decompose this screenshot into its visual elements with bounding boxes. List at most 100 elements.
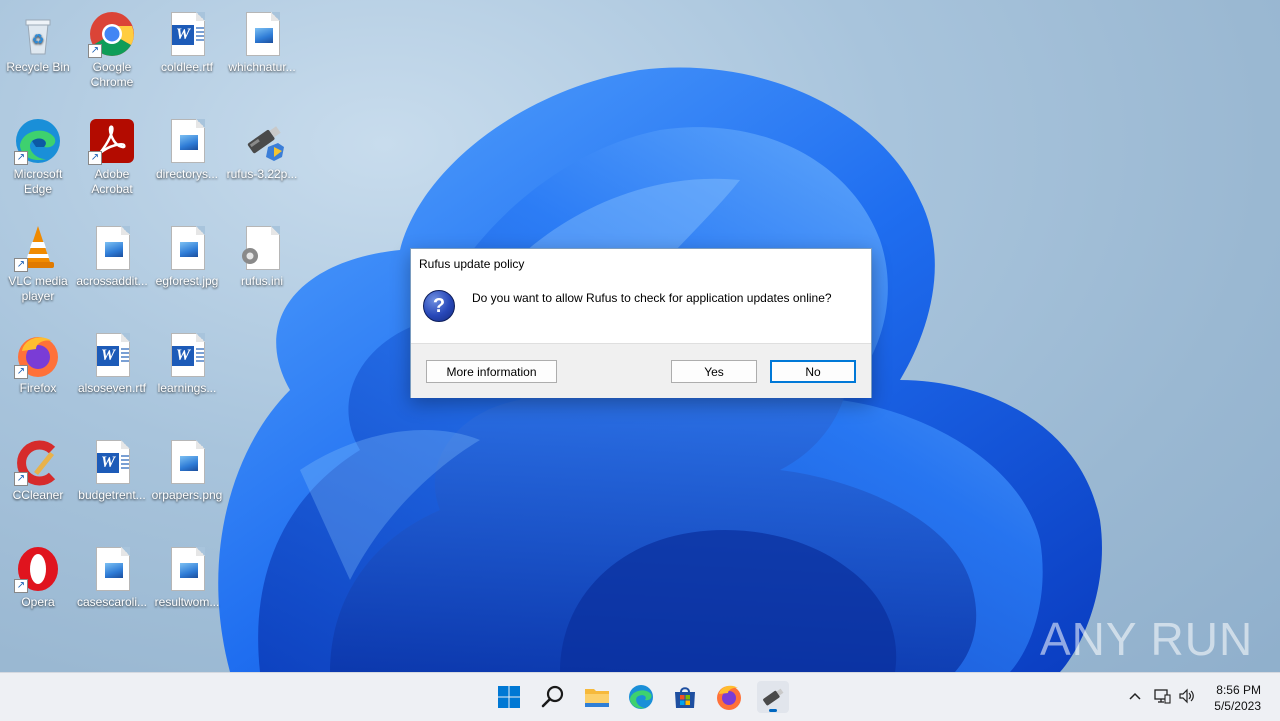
settings-file-icon [238, 224, 286, 272]
word-file-icon: W [163, 331, 211, 379]
desktop-icon-label: rufus.ini [240, 274, 284, 288]
store-icon [675, 687, 695, 708]
image-file-icon [88, 224, 136, 272]
desktop-icon-file[interactable]: orpapers.png [149, 434, 225, 503]
search-button[interactable] [537, 681, 569, 713]
desktop-icon-file[interactable]: acrossaddit... [74, 220, 150, 289]
desktop-icon-label: orpapers.png [151, 488, 223, 502]
folder-icon [585, 689, 609, 707]
desktop-icon-google-chrome[interactable]: ↗ Google Chrome [74, 6, 150, 90]
desktop-icon-label: directorys... [155, 167, 218, 181]
shortcut-arrow-icon: ↗ [14, 472, 28, 486]
edge-icon [629, 685, 653, 709]
desktop-icon-label: Google Chrome [90, 60, 134, 89]
desktop-icon-file[interactable]: casescaroli... [74, 541, 150, 610]
desktop-icon-adobe-acrobat[interactable]: ↗ Adobe Acrobat [74, 113, 150, 197]
opera-icon: ↗ [14, 545, 62, 593]
desktop-icon-file[interactable]: rufus.ini [224, 220, 300, 289]
desktop-icon-file[interactable]: W alsoseven.rtf [74, 327, 150, 396]
firefox-taskbar-button[interactable] [713, 681, 745, 713]
show-hidden-icons-button[interactable] [1126, 687, 1144, 705]
desktop-icon-file[interactable]: W learnings... [149, 327, 225, 396]
image-file-icon [88, 545, 136, 593]
active-app-indicator [769, 709, 777, 712]
desktop-icon-firefox[interactable]: ↗ Firefox [0, 327, 76, 396]
desktop-icon-rufus-exe[interactable]: rufus-3.22p... [224, 113, 300, 182]
desktop-icon-label: Adobe Acrobat [91, 167, 133, 196]
shortcut-arrow-icon: ↗ [14, 258, 28, 272]
firefox-icon: ↗ [14, 331, 62, 379]
windows-logo-icon [498, 686, 520, 708]
image-file-icon [163, 117, 211, 165]
chrome-icon: ↗ [88, 10, 136, 58]
word-file-icon: W [88, 331, 136, 379]
desktop-icon-label: casescaroli... [76, 595, 148, 609]
desktop-icon-label: acrossaddit... [76, 274, 148, 288]
desktop-icon-label: rufus-3.22p... [226, 167, 298, 181]
desktop-icon-label: resultwom... [154, 595, 220, 609]
desktop-icon-label: Microsoft Edge [13, 167, 63, 196]
desktop-icon-microsoft-edge[interactable]: ↗ Microsoft Edge [0, 113, 76, 197]
desktop-icon-label: budgetrent... [78, 488, 146, 502]
desktop-icon-ccleaner[interactable]: ↗ CCleaner [0, 434, 76, 503]
desktop-icon-label: VLC media player [8, 274, 68, 303]
dialog-message: Do you want to allow Rufus to check for … [472, 291, 832, 305]
ccleaner-icon: ↗ [14, 438, 62, 486]
desktop-icon-label: Firefox [19, 381, 57, 395]
clock-date: 5/5/2023 [1214, 699, 1261, 713]
desktop-icon-file[interactable]: W budgetrent... [74, 434, 150, 503]
shortcut-arrow-icon: ↗ [88, 44, 102, 58]
question-icon: ? [423, 290, 455, 322]
image-file-icon [163, 545, 211, 593]
anyrun-watermark: ANY RUN [1040, 613, 1254, 665]
desktop-icon-label: alsoseven.rtf [77, 381, 147, 395]
recycle-bin-icon: ♻ [14, 10, 62, 58]
no-button[interactable]: No [770, 360, 856, 383]
desktop-icon-recycle-bin[interactable]: ♻ Recycle Bin [0, 6, 76, 75]
taskbar: 8:56 PM 5/5/2023 [0, 672, 1280, 721]
shortcut-arrow-icon: ↗ [88, 151, 102, 165]
desktop-icon-file[interactable]: egforest.jpg [149, 220, 225, 289]
desktop-icon-label: whichnatur... [228, 60, 296, 74]
rufus-taskbar-button[interactable] [757, 681, 789, 713]
dialog-footer: More information Yes No [411, 343, 871, 398]
shortcut-arrow-icon: ↗ [14, 579, 28, 593]
edge-taskbar-button[interactable] [625, 681, 657, 713]
network-icon [1154, 689, 1171, 704]
desktop-icon-opera[interactable]: ↗ Opera [0, 541, 76, 610]
shortcut-arrow-icon: ↗ [14, 365, 28, 379]
desktop-icon-label: CCleaner [12, 488, 64, 502]
svg-text:♻: ♻ [32, 31, 45, 47]
usb-drive-icon [238, 117, 286, 165]
desktop-icon-file[interactable]: whichnatur... [224, 6, 300, 75]
desktop-icon-file[interactable]: W coldlee.rtf [149, 6, 225, 75]
search-icon [541, 685, 564, 708]
acrobat-icon: ↗ [88, 117, 136, 165]
desktop-icon-label: egforest.jpg [155, 274, 219, 288]
clock-time: 8:56 PM [1216, 683, 1261, 697]
word-file-icon: W [88, 438, 136, 486]
shortcut-arrow-icon: ↗ [14, 151, 28, 165]
desktop-icon-label: Recycle Bin [6, 60, 70, 74]
file-explorer-button[interactable] [581, 681, 613, 713]
desktop-icon-label: learnings... [157, 381, 217, 395]
desktop-icon-label: Opera [21, 595, 55, 609]
vlc-icon: ↗ [14, 224, 62, 272]
image-file-icon [238, 10, 286, 58]
store-button[interactable] [669, 681, 701, 713]
chevron-up-icon [1129, 692, 1141, 700]
desktop-icon-file[interactable]: resultwom... [149, 541, 225, 610]
edge-icon: ↗ [14, 117, 62, 165]
desktop-icon-label: coldlee.rtf [160, 60, 214, 74]
firefox-icon [717, 685, 741, 710]
taskbar-clock[interactable]: 8:56 PM 5/5/2023 [1191, 682, 1261, 714]
word-file-icon: W [163, 10, 211, 58]
desktop-icon-file[interactable]: directorys... [149, 113, 225, 182]
network-status-button[interactable] [1153, 687, 1171, 705]
desktop-icon-vlc[interactable]: ↗ VLC media player [0, 220, 76, 304]
more-information-button[interactable]: More information [426, 360, 557, 383]
yes-button[interactable]: Yes [671, 360, 757, 383]
start-button[interactable] [493, 681, 525, 713]
rufus-update-dialog: Rufus update policy ? Do you want to all… [410, 248, 872, 398]
image-file-icon [163, 438, 211, 486]
